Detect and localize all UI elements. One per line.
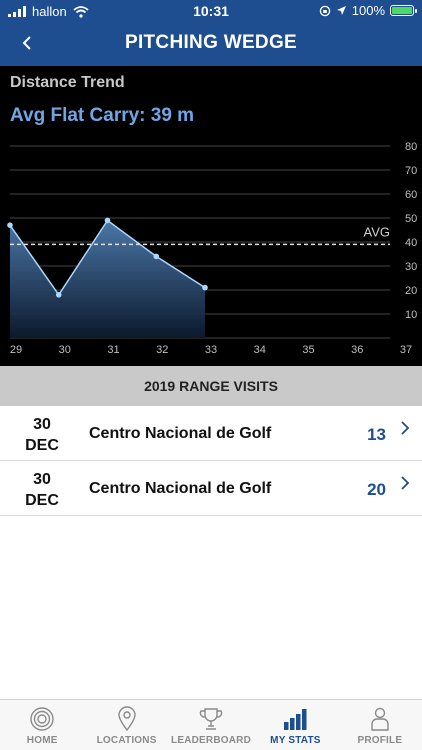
battery-icon: [390, 5, 417, 16]
y-tick-label: 70: [405, 165, 417, 177]
visit-day: 30: [33, 471, 51, 488]
status-right: 100%: [319, 3, 417, 18]
x-tick-label: 31: [107, 344, 119, 356]
bar-chart-icon: [284, 709, 307, 730]
data-point: [55, 292, 62, 298]
x-tick-label: 36: [351, 344, 363, 356]
distance-trend-panel: Distance Trend Avg Flat Carry: 39 m 10 20…: [0, 66, 422, 366]
visit-date: 30 DEC: [14, 414, 70, 456]
tab-label: PROFILE: [357, 735, 403, 746]
tab-label: HOME: [26, 735, 58, 746]
x-tick-label: 30: [59, 344, 71, 356]
data-point: [104, 217, 111, 224]
battery-percent: 100%: [351, 3, 385, 18]
tab-home[interactable]: HOME: [0, 700, 84, 750]
visit-month: DEC: [25, 492, 59, 509]
page-title: PITCHING WEDGE: [124, 32, 298, 53]
status-bar: hallon 10:31 100%: [0, 0, 422, 22]
visit-date: 30 DEC: [14, 469, 70, 511]
chevron-right-icon: [401, 476, 410, 490]
x-tick-label: 33: [205, 344, 217, 356]
nav-bar: PITCHING WEDGE: [0, 22, 422, 66]
y-tick-label: 80: [405, 141, 417, 153]
visit-place: Centro Nacional de Golf: [89, 425, 272, 442]
visit-shot-count: 13: [367, 425, 386, 444]
location-pin-icon: [117, 706, 136, 732]
range-visits-list: 30 DEC Centro Nacional de Golf 13 30 DEC…: [0, 406, 422, 516]
visit-place: Centro Nacional de Golf: [89, 480, 272, 497]
x-tick-label: 32: [156, 344, 168, 356]
y-tick-label: 30: [405, 261, 417, 273]
avg-flat-carry: Avg Flat Carry: 39 m: [10, 105, 195, 126]
y-tick-label: 50: [405, 213, 417, 225]
avg-label: AVG: [364, 224, 391, 239]
x-tick-label: 34: [254, 344, 266, 356]
profile-icon: [371, 707, 389, 731]
distance-trend-chart: 10 20 30 40 50 60 70 80 AVG 29 30 31 32 33 34 35 36 37: [7, 141, 417, 356]
y-tick-label: 60: [405, 189, 417, 201]
data-point: [7, 222, 13, 228]
battery-level: [392, 7, 412, 14]
home-icon: [30, 707, 54, 731]
tab-locations[interactable]: LOCATIONS: [84, 700, 168, 750]
visit-day: 30: [33, 416, 51, 433]
series-area: [10, 220, 205, 338]
rotation-lock-icon: [319, 5, 330, 16]
tab-label: LEADERBOARD: [171, 735, 251, 746]
y-tick-label: 40: [405, 237, 417, 249]
tab-leaderboard[interactable]: LEADERBOARD: [169, 700, 253, 750]
y-tick-label: 20: [405, 285, 417, 297]
data-point: [202, 284, 208, 291]
tab-label: LOCATIONS: [96, 735, 157, 746]
chart-title: Distance Trend: [10, 74, 125, 91]
tab-my-stats[interactable]: MY STATS: [253, 700, 337, 750]
top-bar: hallon 10:31 100% PITCHING WEDGE: [0, 0, 422, 66]
tab-label: MY STATS: [270, 735, 321, 746]
y-tick-label: 10: [405, 309, 417, 321]
chevron-right-icon: [401, 421, 410, 435]
range-visits-header: 2019 RANGE VISITS: [0, 366, 422, 406]
visit-row[interactable]: 30 DEC Centro Nacional de Golf 20: [0, 461, 422, 516]
data-point: [153, 253, 160, 260]
tab-profile[interactable]: PROFILE: [338, 700, 422, 750]
x-tick-label: 35: [302, 344, 314, 356]
visit-month: DEC: [25, 437, 59, 454]
tab-bar: HOME LOCATIONS LEADERBOARD MY STATS PROF…: [0, 699, 422, 750]
trophy-icon: [199, 708, 223, 730]
visit-row[interactable]: 30 DEC Centro Nacional de Golf 13: [0, 406, 422, 461]
visit-shot-count: 20: [367, 480, 386, 499]
x-tick-label: 29: [10, 344, 22, 356]
location-arrow-icon: [336, 6, 346, 15]
x-tick-label: 37: [400, 344, 412, 356]
